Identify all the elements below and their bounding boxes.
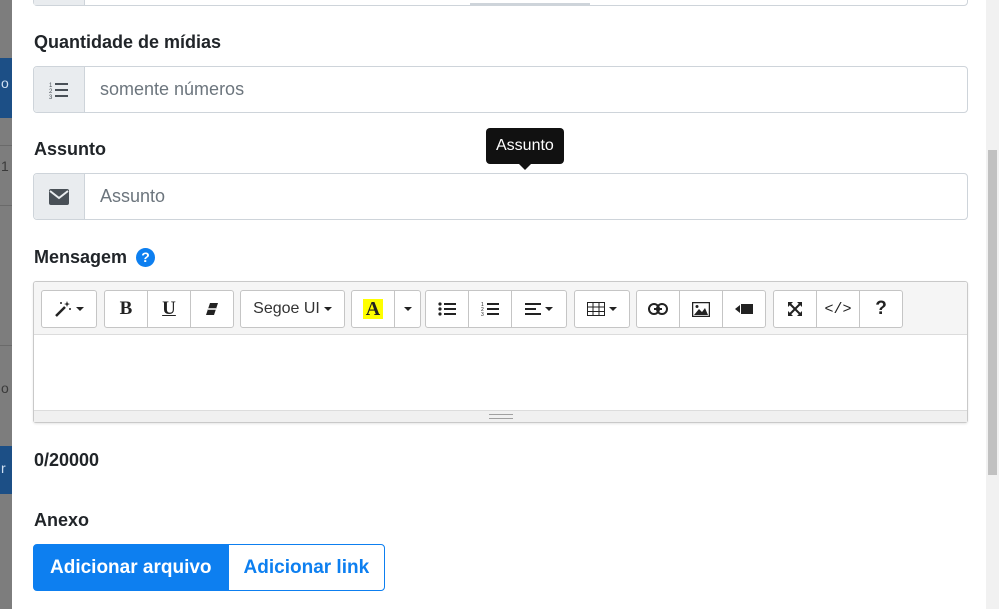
attachment-button-group: Adicionar arquivo Adicionar link: [33, 544, 386, 591]
background-char: 1: [1, 158, 9, 174]
tooltip-text: Assunto: [496, 137, 554, 154]
attachment-label: Anexo: [34, 510, 90, 530]
background-page: o 1 o r: [0, 0, 12, 609]
view-group: </> ?: [773, 290, 903, 328]
tooltip-arrow: [519, 164, 531, 170]
quantity-input[interactable]: [85, 67, 967, 112]
previous-input-inner-line: [470, 3, 590, 5]
paragraph-group: 1 2 3: [425, 290, 567, 328]
subject-input-group: [33, 173, 968, 220]
previous-input-field[interactable]: [33, 0, 968, 6]
font-name-group: Segoe UI: [240, 290, 345, 328]
magic-wand-style-button[interactable]: [41, 290, 97, 328]
message-label-row: Mensagem ?: [34, 247, 156, 268]
background-divider: [0, 205, 12, 206]
link-icon: [648, 303, 668, 315]
caret-down-icon: [403, 307, 412, 311]
modal-scrollbar[interactable]: [986, 0, 999, 609]
caret-down-icon: [323, 307, 332, 311]
caret-down-icon: [609, 307, 617, 311]
style-group: [41, 290, 97, 328]
highlight-a-icon: A: [362, 299, 384, 319]
subject-label: Assunto: [34, 139, 106, 159]
rich-text-editor: B U Segoe UI A 1 2 3 </> ?: [33, 281, 968, 423]
envelope-icon: [34, 174, 85, 219]
background-divider: [0, 145, 12, 146]
subject-tooltip: Assunto: [486, 128, 564, 170]
table-group: [574, 290, 630, 328]
unordered-list-button[interactable]: [425, 290, 469, 328]
fullscreen-button[interactable]: [773, 290, 817, 328]
video-icon: [735, 304, 753, 314]
caret-down-icon: [76, 307, 84, 311]
table-icon: [587, 302, 605, 316]
video-button[interactable]: [722, 290, 766, 328]
quantity-input-group: 1 2 3: [33, 66, 968, 113]
eraser-icon: [206, 303, 218, 315]
editor-resize-handle[interactable]: [34, 410, 967, 422]
editor-content-area[interactable]: [34, 336, 967, 411]
quantity-label: Quantidade de mídias: [34, 32, 222, 52]
editor-toolbar: B U Segoe UI A 1 2 3 </> ?: [34, 282, 967, 335]
code-view-button[interactable]: </>: [816, 290, 860, 328]
background-char: o: [1, 75, 9, 91]
expand-arrows-icon: [788, 302, 802, 316]
add-file-button[interactable]: Adicionar arquivo: [33, 544, 229, 591]
list-ul-icon: [438, 302, 456, 316]
caret-down-icon: [545, 307, 553, 311]
font-name-text: Segoe UI: [253, 300, 320, 317]
bold-button[interactable]: B: [104, 290, 148, 328]
add-link-button[interactable]: Adicionar link: [227, 544, 386, 591]
character-counter: 0/20000: [34, 450, 100, 470]
background-char: o: [1, 380, 9, 396]
background-char: r: [1, 460, 6, 476]
font-format-group: B U: [104, 290, 234, 328]
svg-text:3: 3: [481, 312, 484, 317]
svg-text:3: 3: [49, 95, 53, 99]
text-color-button[interactable]: A: [351, 290, 395, 328]
previous-input-addon: [34, 0, 85, 5]
eraser-button[interactable]: [190, 290, 234, 328]
scrollbar-thumb[interactable]: [988, 150, 997, 475]
subject-input[interactable]: [85, 174, 967, 219]
underline-button[interactable]: U: [147, 290, 191, 328]
editor-help-button[interactable]: ?: [859, 290, 903, 328]
image-icon: [692, 301, 710, 317]
ordered-list-button[interactable]: 1 2 3: [468, 290, 512, 328]
help-circle-icon[interactable]: ?: [136, 247, 156, 267]
message-label: Mensagem: [34, 247, 128, 267]
resize-grip-icon: [489, 414, 513, 419]
magic-wand-icon: [55, 301, 71, 317]
color-dropdown-button[interactable]: [394, 290, 421, 328]
font-name-dropdown[interactable]: Segoe UI: [240, 290, 345, 328]
image-button[interactable]: [679, 290, 723, 328]
align-dropdown-button[interactable]: [511, 290, 567, 328]
background-divider: [0, 345, 12, 346]
list-ol-icon: 1 2 3: [481, 302, 499, 317]
insert-group: [636, 290, 766, 328]
align-left-icon: [525, 303, 541, 315]
color-group: A: [351, 290, 421, 328]
list-ol-icon: 1 2 3: [34, 67, 85, 112]
table-dropdown-button[interactable]: [574, 290, 630, 328]
link-button[interactable]: [636, 290, 680, 328]
